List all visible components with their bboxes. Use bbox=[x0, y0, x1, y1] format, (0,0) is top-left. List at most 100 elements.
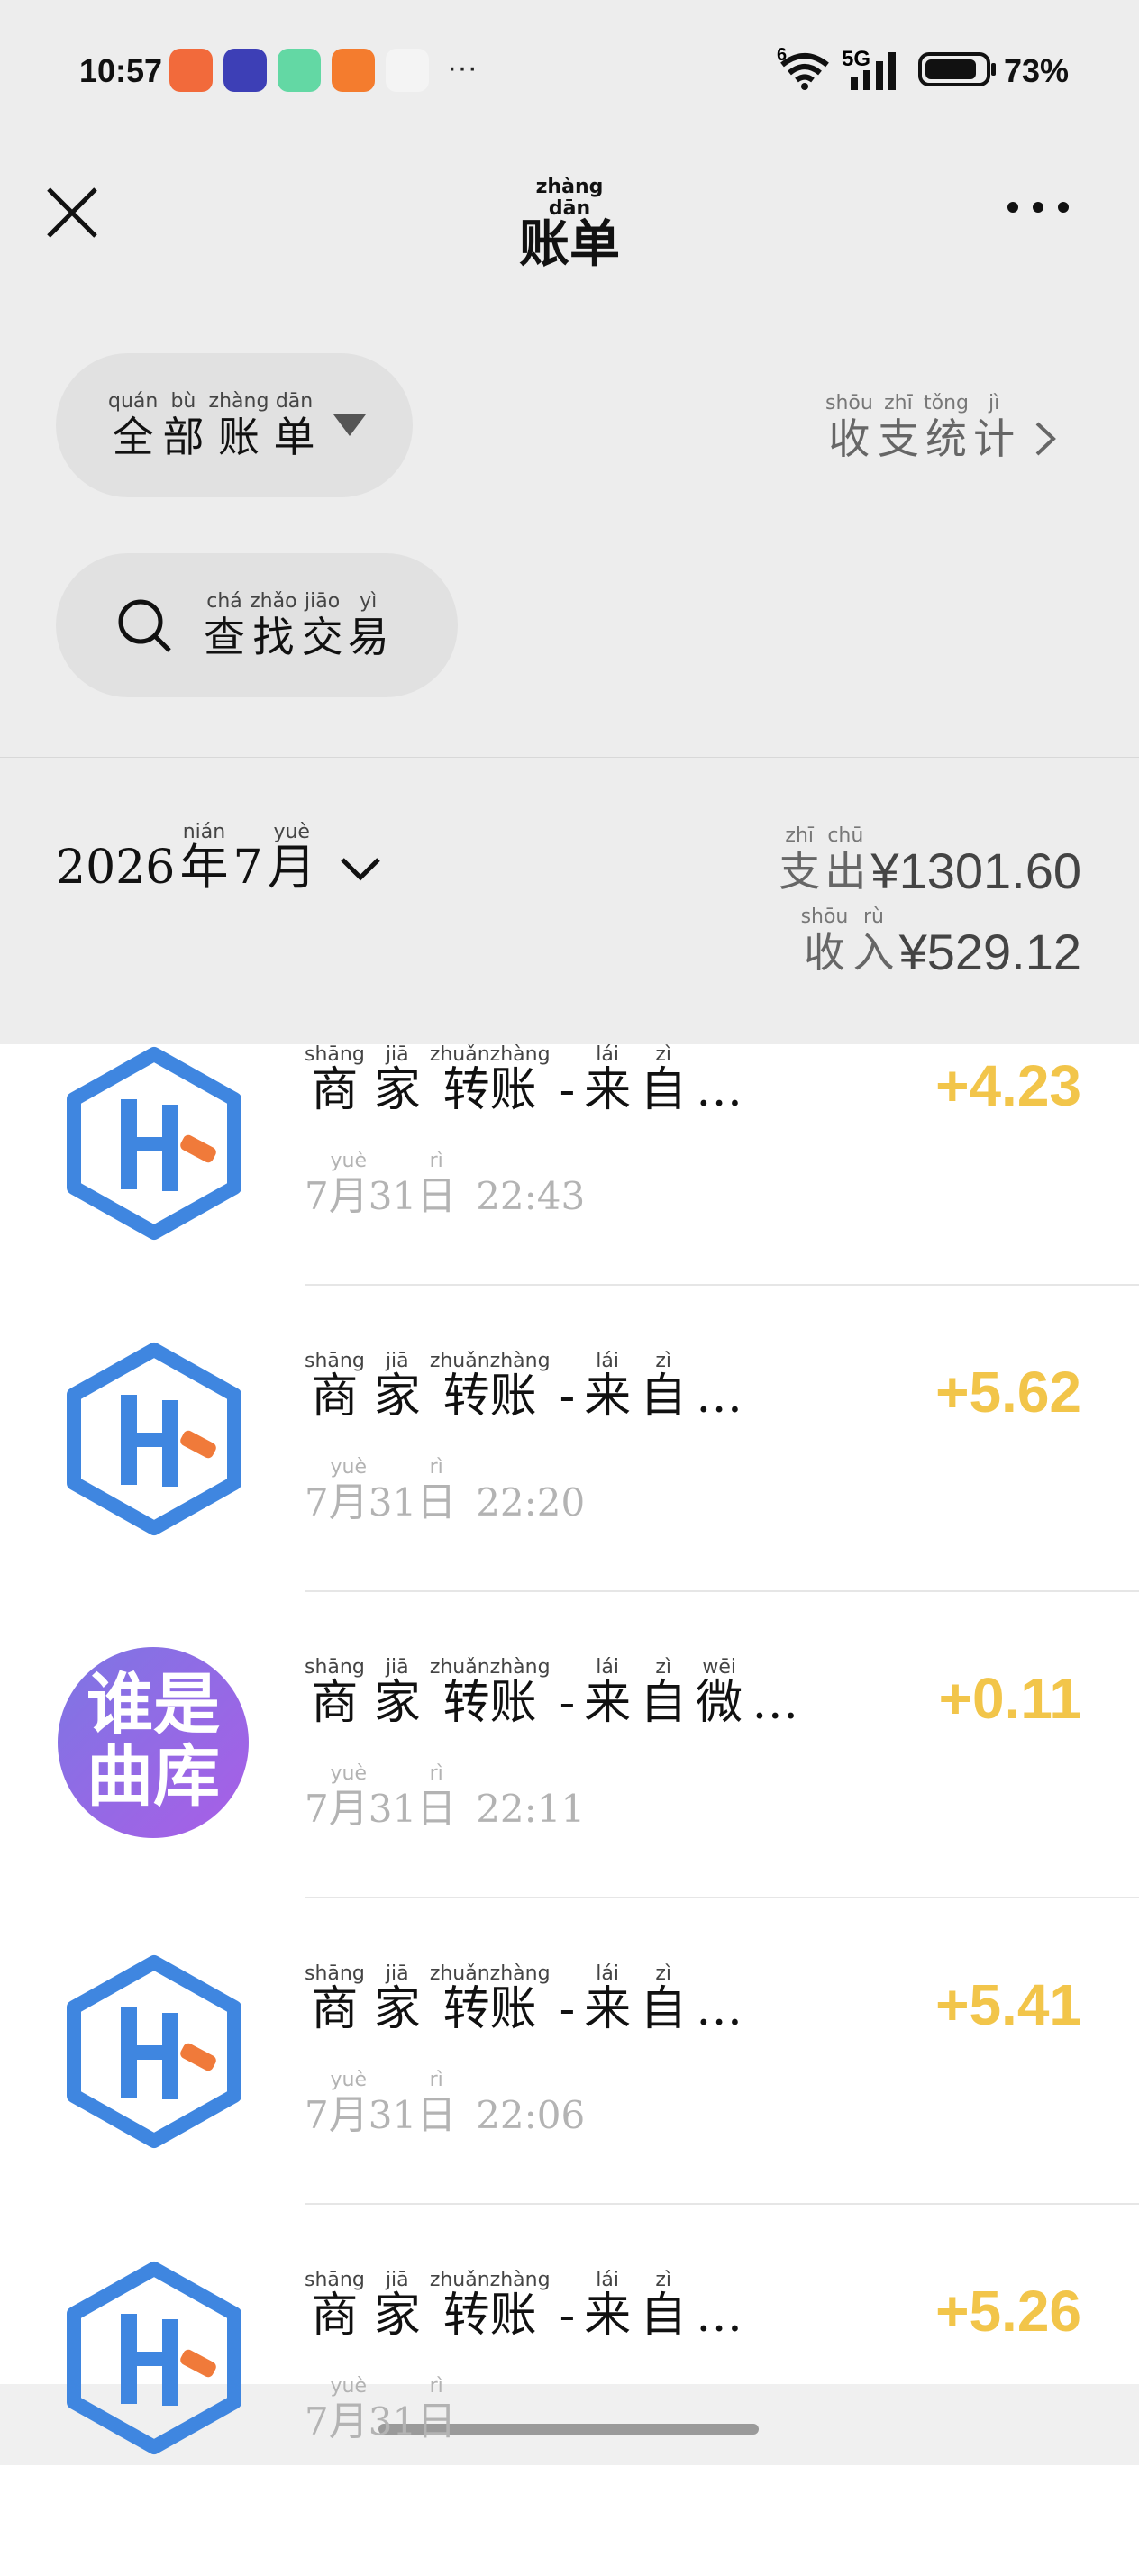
hexagon-logo bbox=[56, 2260, 252, 2456]
month-selector[interactable]: 2026 nián 年 7 yuè 月 bbox=[56, 822, 384, 892]
status-time: 10:57 bbox=[79, 52, 163, 89]
txn-month: 7 bbox=[305, 2093, 329, 2137]
yue-hz: 月 bbox=[328, 1173, 369, 1219]
stats-hz: 收 bbox=[828, 414, 870, 463]
transaction-title: shāng 商 jiā 家 zhuǎnzhàng 转账 - lái 来 zì 自 … bbox=[305, 1351, 752, 1424]
transaction-time: 7 yuè 月 31 rì 日 22:11 bbox=[305, 1763, 585, 1834]
search-hz: 查 bbox=[204, 613, 245, 661]
txn-month: 7 bbox=[305, 1787, 329, 1831]
yue-hz: 月 bbox=[328, 1786, 369, 1832]
app-icon-orange-grid bbox=[169, 49, 213, 92]
transaction-amount: +5.62 bbox=[935, 1360, 1081, 1425]
transaction-time: 7 yuè 月 31 rì 日 22:20 bbox=[305, 1457, 585, 1527]
nian-hz: 年 bbox=[179, 839, 229, 896]
title-char: 来 bbox=[584, 1982, 632, 2036]
transaction-title: shāng 商 jiā 家 zhuǎnzhàng 转账 - lái 来 zì 自 … bbox=[305, 2270, 752, 2343]
hexagon-logo bbox=[56, 1953, 252, 2150]
yue-py: yuè bbox=[330, 2069, 367, 2091]
chevron-right-icon bbox=[1035, 422, 1057, 456]
txn-day: 31 bbox=[368, 1480, 417, 1525]
ri-py: rì bbox=[429, 2375, 443, 2398]
yue-py: yuè bbox=[330, 1762, 367, 1785]
transaction-title: shāng 商 jiā 家 zhuǎnzhàng 转账 - lái 来 zì 自 … bbox=[305, 1044, 752, 1115]
close-icon[interactable] bbox=[40, 180, 105, 245]
transaction-title: shāng 商 jiā 家 zhuǎnzhàng 转账 - lái 来 zì 自 … bbox=[305, 1963, 752, 2034]
expense-label-py: chū bbox=[827, 824, 864, 847]
search-hz: 交 bbox=[301, 613, 343, 661]
title-char: 家 bbox=[373, 1063, 421, 1117]
expense-label-hz: 支 bbox=[779, 847, 821, 896]
more-options-icon[interactable] bbox=[1002, 189, 1074, 225]
title-char: 来 bbox=[584, 1370, 632, 1424]
ri-hz: 日 bbox=[416, 1173, 457, 1219]
title-char: - bbox=[559, 1982, 576, 2036]
title-char: 自 bbox=[640, 1370, 688, 1424]
transaction-row[interactable]: shāng 商 jiā 家 zhuǎnzhàng 转账 - lái 来 zì 自 … 7 yuè 月 31… bbox=[0, 1044, 1139, 1351]
income-value: ¥529.12 bbox=[898, 924, 1081, 980]
filter-py: dān bbox=[275, 390, 314, 413]
title-char: 商 bbox=[311, 1370, 359, 1424]
title-char: 商 bbox=[311, 1676, 359, 1730]
transaction-row[interactable]: shāng 商 jiā 家 zhuǎnzhàng 转账 - lái 来 zì 自 … 7 yuè 月 31… bbox=[0, 1343, 1139, 1657]
filter-py: zhàng bbox=[208, 390, 269, 413]
expense-label-hz: 出 bbox=[825, 847, 867, 896]
stats-py: shōu bbox=[825, 392, 873, 414]
bill-filter-dropdown[interactable]: quán 全 bù 部 zhàng 账 dān 单 bbox=[56, 353, 413, 497]
ri-py: rì bbox=[429, 1456, 443, 1479]
search-py: chá bbox=[206, 590, 242, 613]
row-divider bbox=[305, 1590, 1139, 1592]
title-char: - bbox=[559, 1370, 576, 1424]
stats-hz: 统 bbox=[925, 414, 967, 463]
title-char: 自 bbox=[640, 1063, 688, 1117]
year-value: 2026 bbox=[56, 841, 176, 895]
search-icon bbox=[118, 599, 171, 652]
chevron-down-icon bbox=[341, 858, 380, 881]
expense-total: zhī 支 chū 出 ¥1301.60 bbox=[779, 824, 1081, 899]
yue-hz: 月 bbox=[267, 839, 316, 896]
title-char: 来 bbox=[584, 1063, 632, 1117]
transaction-row[interactable]: shāng 商 jiā 家 zhuǎnzhàng 转账 - lái 来 zì 自 … 7 yuè 月 31… bbox=[0, 1955, 1139, 2270]
income-total: shōu 收 rù 入 ¥529.12 bbox=[801, 906, 1081, 980]
row-divider bbox=[305, 2203, 1139, 2205]
txn-clock: 22:43 bbox=[476, 1174, 586, 1218]
title-char: 商 bbox=[311, 1982, 359, 2036]
expense-value: ¥1301.60 bbox=[870, 842, 1081, 899]
yue-hz: 月 bbox=[328, 2092, 369, 2138]
transaction-time: 7 yuè 月 31 rì 日 22:43 bbox=[305, 1151, 585, 1221]
title-char: 转账 bbox=[442, 1982, 537, 2036]
ri-py: rì bbox=[429, 1762, 443, 1785]
yue-py: yuè bbox=[330, 2375, 367, 2398]
quku-logo-text: 谁是曲库 bbox=[87, 1666, 220, 1816]
wifi-badge: 6 bbox=[777, 45, 788, 65]
title-char: 商 bbox=[311, 2289, 359, 2343]
income-expense-stats-link[interactable]: shōu 收 zhī 支 tǒng 统 jì 计 bbox=[825, 393, 1059, 463]
txn-day: 31 bbox=[368, 1174, 417, 1218]
txn-clock: 22:06 bbox=[476, 2093, 586, 2137]
title-char: … bbox=[696, 1982, 743, 2036]
transaction-time: 7 yuè 月 31 rì 日 bbox=[305, 2376, 476, 2446]
transaction-row[interactable]: shāng 商 jiā 家 zhuǎnzhàng 转账 - lái 来 zì 自 … 7 yuè 月 31… bbox=[0, 2262, 1139, 2576]
search-py: zhǎo bbox=[250, 590, 297, 613]
search-py: jiāo bbox=[305, 590, 341, 613]
caret-down-icon bbox=[333, 414, 366, 436]
page-title-pinyin: zhàng dān bbox=[535, 176, 604, 220]
filter-hz: 部 bbox=[162, 413, 205, 461]
title-char: 转账 bbox=[442, 1063, 537, 1117]
stats-py: jì bbox=[988, 392, 1000, 414]
title-char: 转账 bbox=[442, 1370, 537, 1424]
battery-icon bbox=[918, 52, 996, 86]
filter-py: quán bbox=[108, 390, 159, 413]
txn-day: 31 bbox=[368, 1787, 417, 1831]
filter-py: bù bbox=[170, 390, 196, 413]
title-char: 家 bbox=[373, 1982, 421, 2036]
yue-hz: 月 bbox=[328, 2399, 369, 2444]
transaction-row[interactable]: 谁是曲库 shāng 商 jiā 家 zhuǎnzhàng 转账 - lái 来 zì 自 wēi 微 … bbox=[0, 1647, 1139, 1963]
overflow-icon: ··· bbox=[447, 50, 478, 85]
title-char: … bbox=[696, 1370, 743, 1424]
stats-hz: 支 bbox=[877, 414, 919, 463]
filter-hz: 单 bbox=[273, 413, 315, 461]
title-char: 自 bbox=[640, 1982, 688, 2036]
search-transactions-button[interactable]: chá 查 zhǎo 找 jiāo 交 yì 易 bbox=[56, 553, 458, 697]
title-char: 转账 bbox=[442, 2289, 537, 2343]
title-char: … bbox=[696, 2289, 743, 2343]
